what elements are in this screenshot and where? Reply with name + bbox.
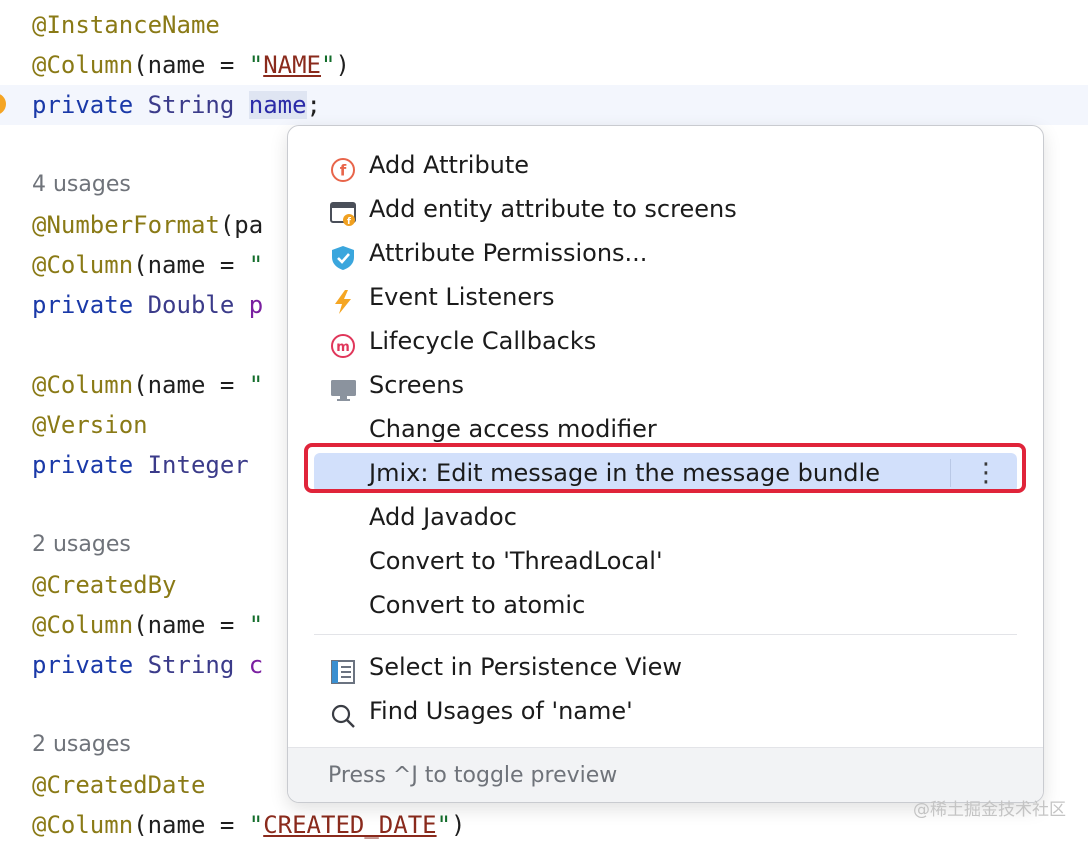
menu-item-label: Convert to atomic — [369, 591, 586, 619]
code-token: NAME — [263, 51, 321, 79]
svg-text:m: m — [336, 340, 350, 355]
toggle-preview-hint: Press ^J to toggle preview — [328, 763, 618, 788]
method-m-icon: m — [330, 329, 358, 358]
code-token: CREATED_DATE — [263, 811, 437, 839]
highlight-frame — [304, 443, 1026, 493]
code-text: @Column(name = " — [32, 245, 263, 285]
menu-item-add-javadoc[interactable]: Add Javadoc — [288, 495, 1043, 539]
code-token: " — [436, 811, 452, 839]
shield-check-icon — [330, 241, 358, 270]
menu-item-convert-to-atomic[interactable]: Convert to atomic — [288, 583, 1043, 627]
monitor-icon — [330, 373, 358, 401]
field-f-icon: f — [330, 153, 358, 182]
menu-item-lifecycle-callbacks[interactable]: m Lifecycle Callbacks — [288, 319, 1043, 363]
code-token: @Column — [32, 51, 134, 79]
code-token: Integer — [147, 451, 249, 479]
code-token: private — [32, 651, 148, 679]
menu-item-label: Convert to 'ThreadLocal' — [369, 547, 663, 575]
code-token: private — [32, 91, 148, 119]
code-token: String — [147, 91, 249, 119]
code-line: @Column(name = "NAME") — [0, 45, 1088, 85]
screen-field-icon: f — [330, 197, 358, 227]
code-text: private String name; — [32, 85, 321, 125]
menu-item-label: Add Javadoc — [369, 503, 517, 531]
code-token: (name = — [133, 51, 249, 79]
code-token: " — [248, 251, 264, 279]
code-text: @Version — [32, 405, 148, 445]
code-line: private String name; — [0, 85, 1088, 125]
code-text: @Column(name = " — [32, 605, 263, 645]
menu-item-label: Add entity attribute to screens — [369, 195, 737, 223]
menu-item-select-in-persistence-view[interactable]: Select in Persistence View — [288, 645, 1043, 689]
code-token: @CreatedBy — [32, 571, 177, 599]
menu-item-label: Lifecycle Callbacks — [369, 327, 597, 355]
menu-item-add-attribute[interactable]: f Add Attribute — [288, 143, 1043, 187]
code-text: @Column(name = "NAME") — [32, 45, 350, 85]
code-token: @CreatedDate — [32, 771, 206, 799]
code-token: Double — [147, 291, 249, 319]
code-token: private — [32, 291, 148, 319]
code-token: " — [248, 811, 264, 839]
code-token: @NumberFormat — [32, 211, 220, 239]
code-text: @CreatedDate — [32, 765, 205, 805]
code-token: (name = — [133, 811, 249, 839]
code-token: " — [248, 371, 264, 399]
code-token: (name = — [133, 611, 249, 639]
code-token: " — [321, 51, 336, 79]
menu-item-label: Screens — [369, 371, 465, 399]
code-token: " — [248, 611, 264, 639]
code-text: @CreatedBy — [32, 565, 177, 605]
usages-label[interactable]: 4 usages — [32, 165, 131, 205]
popup-divider — [314, 634, 1017, 635]
menu-item-label: Select in Persistence View — [369, 653, 683, 681]
code-token: @Version — [32, 411, 148, 439]
menu-item-label: Add Attribute — [369, 151, 530, 179]
code-token: @Column — [32, 611, 134, 639]
menu-item-find-usages-of-name[interactable]: Find Usages of 'name' — [288, 689, 1043, 733]
code-line: @InstanceName — [0, 5, 1088, 45]
code-token: @Column — [32, 811, 134, 839]
code-token: private — [32, 451, 148, 479]
menu-item-label: Event Listeners — [369, 283, 555, 311]
code-token: c — [248, 651, 264, 679]
code-token: @Column — [32, 371, 134, 399]
code-token: ; — [306, 91, 321, 119]
svg-text:f: f — [340, 162, 347, 180]
code-token: " — [248, 51, 264, 79]
menu-item-label: Attribute Permissions... — [369, 239, 648, 267]
lightning-icon — [330, 285, 358, 314]
code-token: ) — [451, 811, 466, 839]
code-token: ) — [335, 51, 350, 79]
code-token: name — [248, 91, 307, 119]
code-text: @InstanceName — [32, 5, 220, 45]
code-token: @Column — [32, 251, 134, 279]
code-token: (pa — [219, 211, 264, 239]
menu-item-attribute-permissions[interactable]: Attribute Permissions... — [288, 231, 1043, 275]
code-token: (name = — [133, 371, 249, 399]
svg-text:f: f — [347, 217, 351, 227]
code-token: String — [147, 651, 249, 679]
code-text: @Column(name = " — [32, 365, 263, 405]
search-icon — [330, 699, 358, 728]
persistence-view-icon — [330, 655, 358, 684]
menu-item-screens[interactable]: Screens — [288, 363, 1043, 407]
watermark: @稀土掘金技术社区 — [913, 800, 1066, 820]
code-token: @InstanceName — [32, 11, 220, 39]
code-text: private Integer — [32, 445, 249, 485]
menu-item-event-listeners[interactable]: Event Listeners — [288, 275, 1043, 319]
menu-item-add-entity-attribute-to-screens[interactable]: f Add entity attribute to screens — [288, 187, 1043, 231]
code-text: @NumberFormat(pa — [32, 205, 263, 245]
menu-item-convert-to-threadlocal[interactable]: Convert to 'ThreadLocal' — [288, 539, 1043, 583]
code-text: @Column(name = "CREATED_DATE") — [32, 805, 466, 842]
code-token: p — [248, 291, 264, 319]
code-token: (name = — [133, 251, 249, 279]
code-text: private String c — [32, 645, 263, 685]
menu-item-label: Find Usages of 'name' — [369, 697, 633, 725]
code-text: private Double p — [32, 285, 263, 325]
usages-label[interactable]: 2 usages — [32, 525, 131, 565]
usages-label[interactable]: 2 usages — [32, 725, 131, 765]
intention-bulb-icon[interactable] — [0, 93, 6, 115]
